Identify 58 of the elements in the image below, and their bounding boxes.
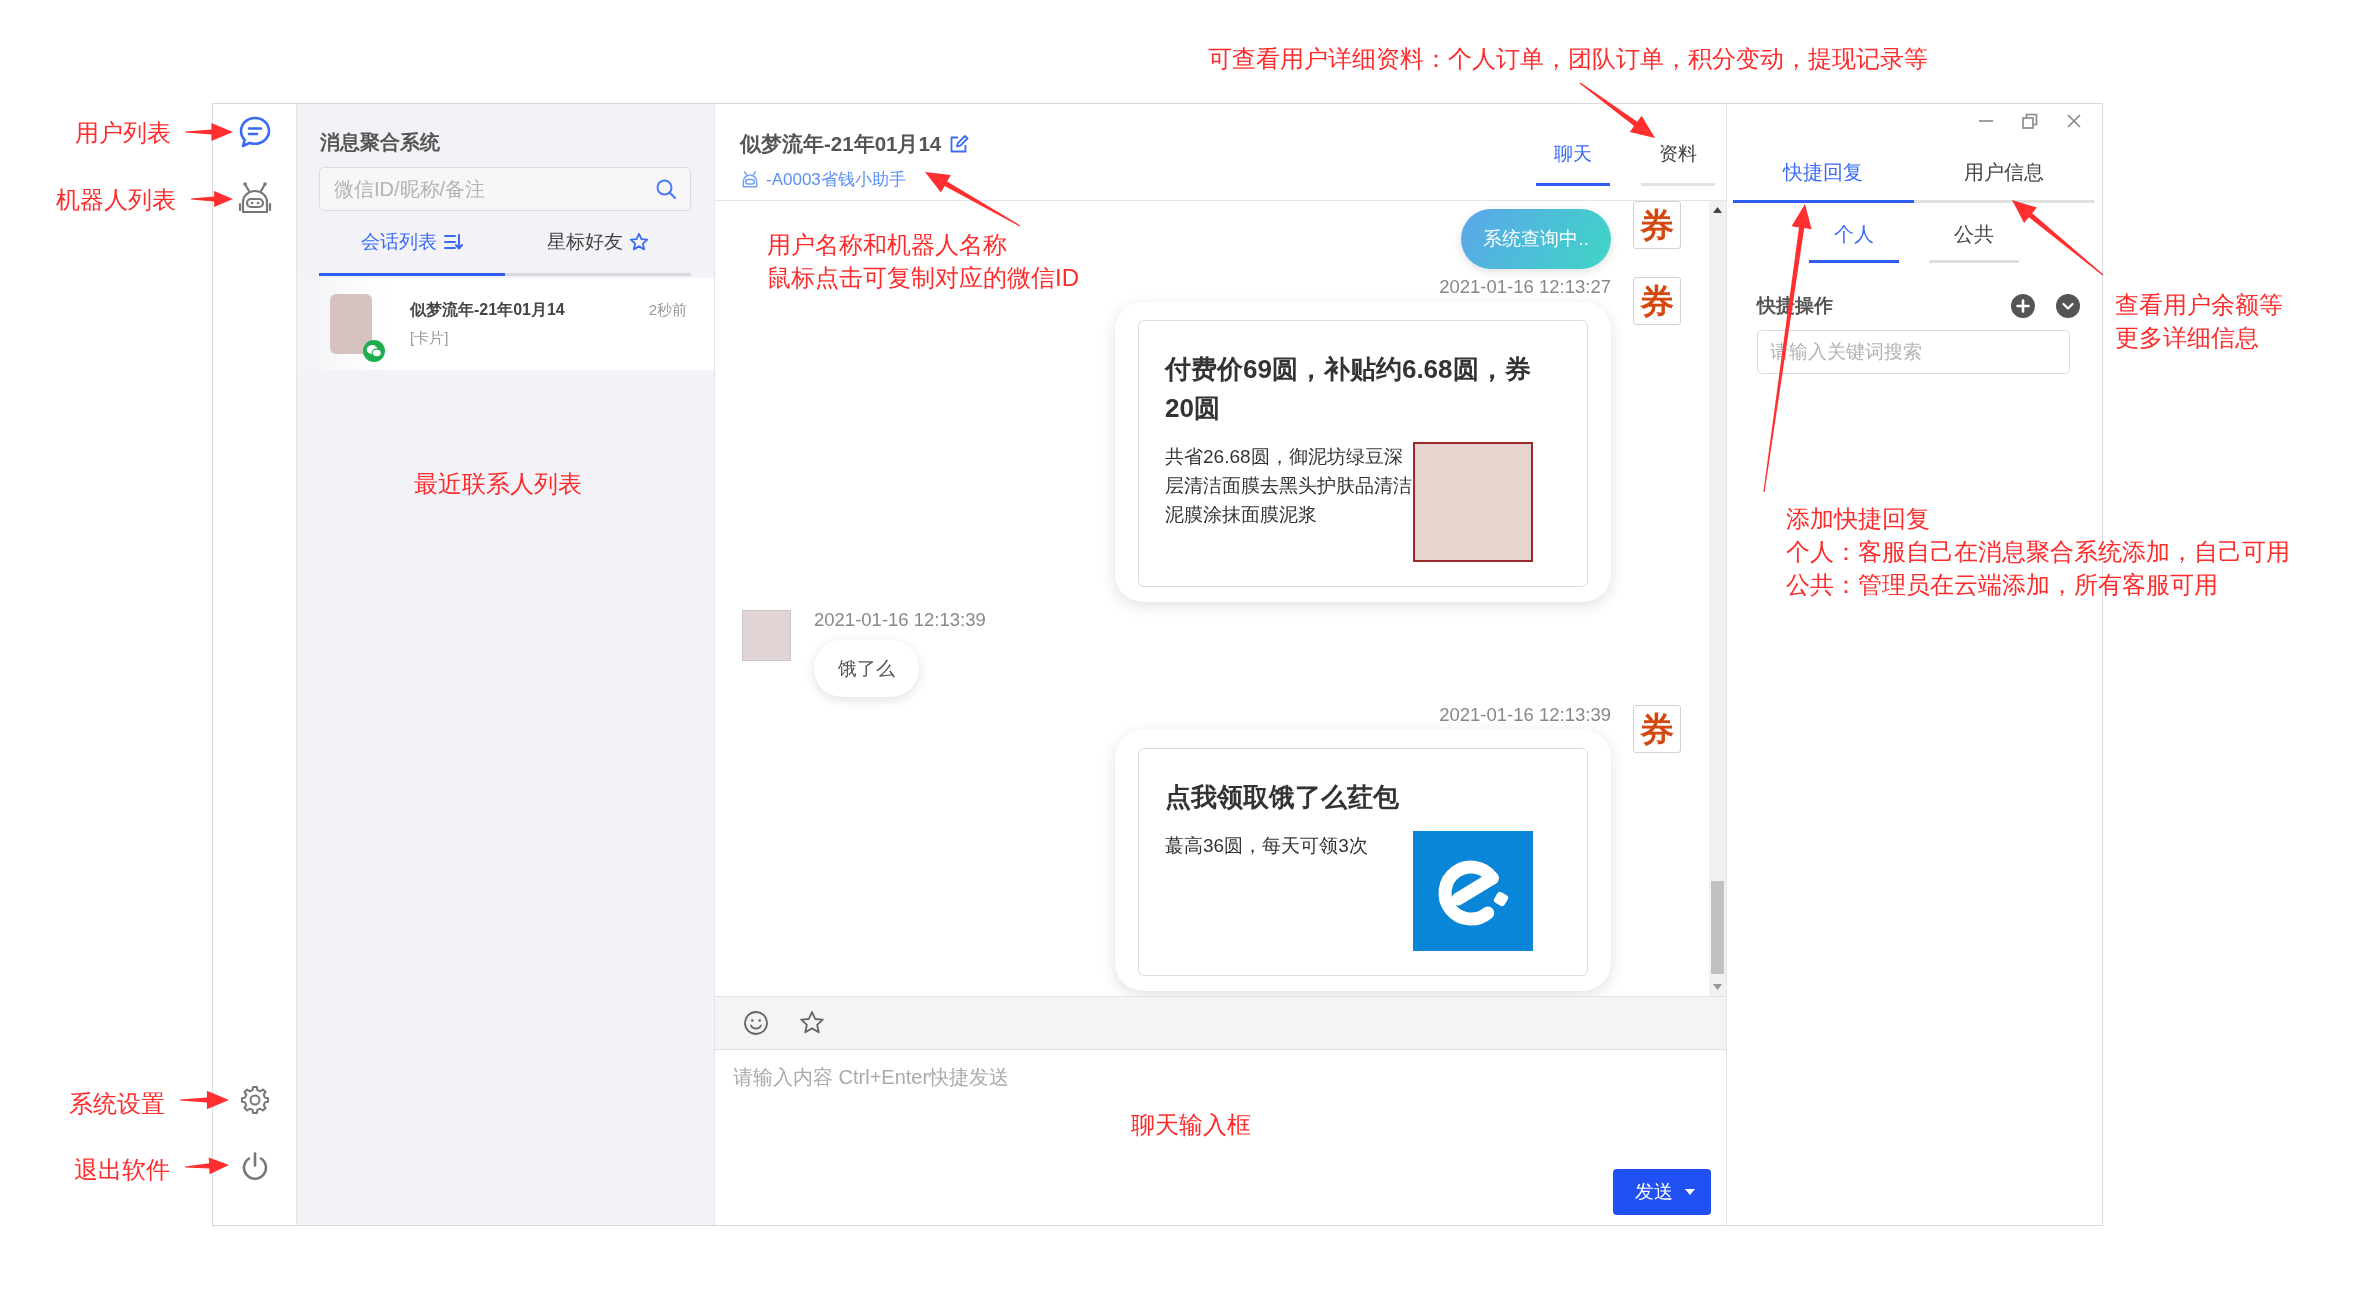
link-card[interactable]: 点我领取饿了么荭包 蕞高36圆，每天可领3次 [1138,748,1588,976]
add-icon[interactable] [2011,294,2035,318]
annotation-note: 查看用户余额等 更多详细信息 [2115,290,2283,353]
chevron-down-icon[interactable] [2056,294,2080,318]
annotation-note: 系统设置 [69,1089,165,1119]
app-logo-icon [1413,831,1533,951]
annotation-note: 机器人列表 [56,185,176,215]
edit-icon[interactable] [949,134,970,154]
link-card[interactable]: 付费价69圆，补贴约6.68圆，券20圆 共省26.68圆，御泥坊绿豆深层清洁面膜去黑头护肤品清洁泥膜涂抹面膜泥浆 [1138,320,1588,587]
robot-icon[interactable] [236,180,273,216]
chat-contact-name[interactable]: 似梦流年-21年01月14 [740,130,942,158]
panel-tab[interactable]: 快捷回复 [1733,143,1914,203]
annotation-note: 聊天输入框 [1131,1110,1251,1140]
settings-icon[interactable] [239,1085,270,1115]
contact-name: 似梦流年-21年01月14 [410,300,565,320]
scroll-down-arrow-icon[interactable] [1713,984,1722,990]
scrollbar[interactable] [1709,201,1726,996]
star-icon [629,232,649,252]
message-timestamp: 2021-01-16 12:13:39 [814,610,986,630]
message-preview: [卡片] [410,329,449,348]
caret-icon[interactable] [1685,1189,1695,1195]
sort-icon [443,232,463,252]
send-button[interactable]: 发送 [1613,1169,1711,1215]
annotation-arrow [185,122,233,142]
avatar-photo-placeholder [330,294,372,354]
annotation-note: 退出软件 [74,1155,170,1185]
message-bubble: 饿了么 [814,640,919,697]
annotation-arrow [185,1157,229,1175]
coupon-avatar: 券 [1633,277,1681,325]
smiley-icon[interactable] [743,1010,769,1036]
card-title: 付费价69圆，补贴约6.68圆，券20圆 [1165,353,1531,425]
robot-icon [740,169,760,189]
annotation-note: 添加快捷回复 个人：客服自己在消息聚合系统添加，自己可用 公共：管理员在云端添加，所有客服可用 [1786,504,2290,600]
annotation-note: 可查看用户详细资料：个人订单，团队订单，积分变动，提现记录等 [1208,44,1928,74]
scrollbar-thumb[interactable] [1711,881,1724,974]
status-bubble: 系统查询中.. [1461,209,1611,269]
panel-tab[interactable]: 用户信息 [1913,143,2094,203]
search-field[interactable]: 微信ID/昵称/备注 [319,167,691,211]
message-timestamp: 2021-01-16 12:13:27 [1439,277,1611,297]
coupon-avatar: 券 [1633,201,1681,249]
annotation-arrow [191,191,233,207]
card-description: 共省26.68圆，御泥坊绿豆深层清洁面膜去黑头护肤品清洁泥膜涂抹面膜泥浆 [1165,445,1413,527]
scroll-up-arrow-icon[interactable] [1713,207,1722,213]
star-icon[interactable] [799,1010,825,1036]
annotation-note: 用户名称和机器人名称 鼠标点击可复制对应的微信ID [767,230,1079,293]
chat-tab[interactable]: 聊天 [1536,130,1610,186]
app-title: 消息聚合系统 [320,130,440,155]
contact-time: 2秒前 [648,301,687,320]
search-icon[interactable] [655,178,677,200]
card-description: 蕞高36圆，每天可领3次 [1165,834,1369,858]
annotation-arrow [180,1090,229,1110]
annotation-note: 最近联系人列表 [414,469,582,499]
coupon-avatar: 券 [1633,705,1681,753]
card-title: 点我领取饿了么荭包 [1165,781,1400,814]
annotation-note: 用户列表 [75,118,171,148]
message-timestamp: 2021-01-16 12:13:39 [1439,705,1611,725]
avatar-photo-placeholder [742,610,791,661]
restore-icon[interactable] [2020,111,2040,131]
